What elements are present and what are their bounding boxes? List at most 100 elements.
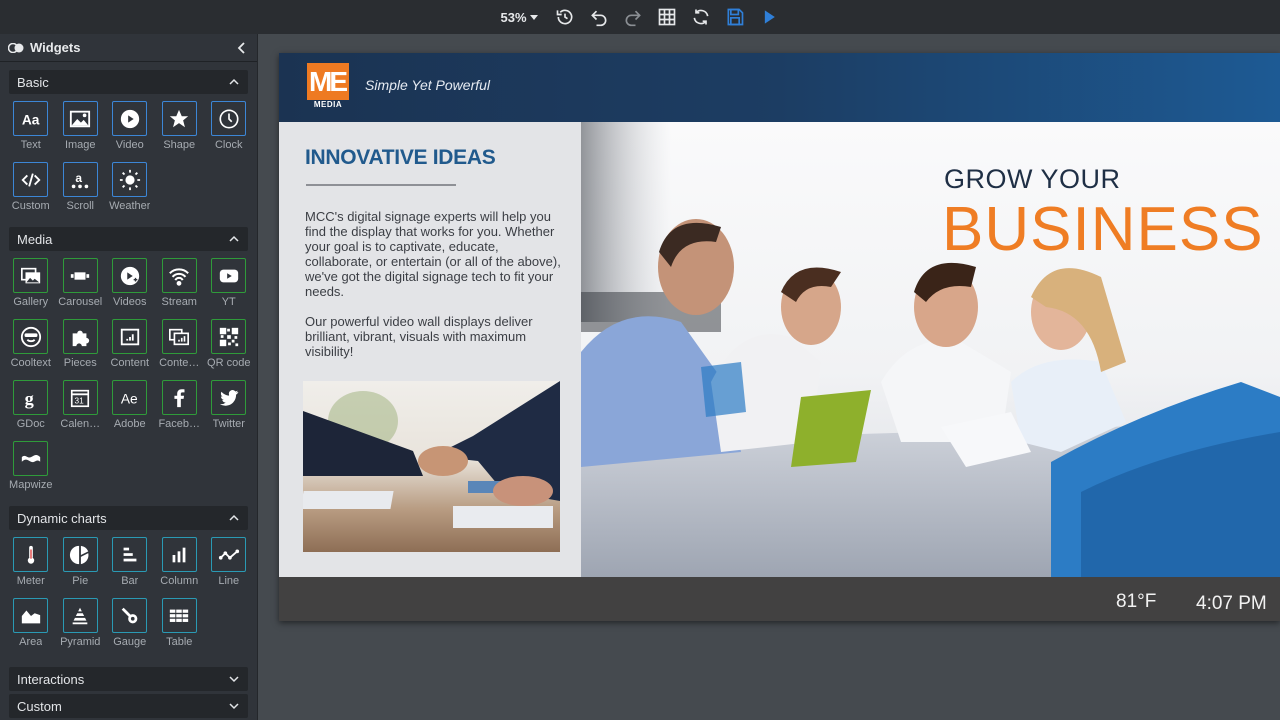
widget-calendar[interactable]: 31 Calen…: [56, 376, 106, 437]
brand-logo[interactable]: ME MEDIA: [307, 63, 349, 111]
widget-label: Area: [19, 636, 43, 648]
widget-mapwize[interactable]: Mapwize: [6, 437, 56, 498]
section-media-header[interactable]: Media: [9, 227, 248, 251]
widget-meter[interactable]: Meter: [6, 533, 56, 594]
widget-label: Content: [110, 357, 150, 369]
clock-icon: [219, 108, 239, 129]
widget-content-multi[interactable]: Conte…: [155, 315, 205, 376]
clock-time[interactable]: 4:07 PM: [1196, 593, 1267, 615]
widget-image[interactable]: Image: [56, 97, 106, 158]
widget-qr-code[interactable]: QR code: [204, 315, 254, 376]
section-heading[interactable]: INNOVATIVE IDEAS: [305, 146, 496, 170]
preview-button[interactable]: [758, 6, 780, 28]
toggle-icon: [8, 42, 24, 53]
body-paragraph: MCC's digital signage experts will help …: [305, 209, 561, 299]
slide-footer-bar: 81°F 4:07 PM: [279, 577, 1280, 621]
widget-clock[interactable]: Clock: [204, 97, 254, 158]
undo-button[interactable]: [588, 6, 610, 28]
zoom-level-value: 53%: [500, 9, 527, 25]
tagline-text[interactable]: Simple Yet Powerful: [365, 77, 490, 93]
map-icon: [21, 454, 40, 462]
widget-facebook[interactable]: Faceb…: [155, 376, 205, 437]
editor-canvas: ME MEDIA Simple Yet Powerful INNOVATIVE …: [259, 34, 1280, 720]
widget-yt[interactable]: YT: [204, 254, 254, 315]
widget-label: Cooltext: [10, 357, 51, 369]
scroll-icon: a: [72, 170, 89, 188]
widget-column[interactable]: Column: [155, 533, 205, 594]
widget-shape[interactable]: Shape: [155, 97, 205, 158]
widget-text[interactable]: Aa Text: [6, 97, 56, 158]
hero-headline-line2[interactable]: BUSINESS: [942, 194, 1264, 265]
widget-pie[interactable]: Pie: [56, 533, 106, 594]
sunglasses-icon: [20, 326, 41, 347]
chevron-up-icon: [229, 235, 239, 242]
widget-table[interactable]: Table: [155, 594, 205, 655]
widget-carousel[interactable]: Carousel: [56, 254, 106, 315]
section-dynamic-charts-header[interactable]: Dynamic charts: [9, 506, 248, 530]
widget-scroll[interactable]: a Scroll: [56, 158, 106, 219]
handshake-image[interactable]: [303, 381, 560, 552]
collapse-sidebar-icon[interactable]: [235, 41, 249, 55]
refresh-button[interactable]: [690, 6, 712, 28]
handshake-illustration: [303, 381, 560, 528]
save-button[interactable]: [724, 6, 746, 28]
widget-content[interactable]: Content: [105, 315, 155, 376]
section-basic-header[interactable]: Basic: [9, 70, 248, 94]
widget-adobe[interactable]: Ae Adobe: [105, 376, 155, 437]
body-text[interactable]: MCC's digital signage experts will help …: [305, 209, 565, 359]
widget-video[interactable]: Video: [105, 97, 155, 158]
widget-weather[interactable]: Weather: [105, 158, 155, 219]
section-label: Interactions: [17, 671, 85, 687]
history-button[interactable]: [554, 6, 576, 28]
widget-label: Faceb…: [158, 418, 201, 430]
wifi-icon: [169, 267, 190, 286]
widget-area[interactable]: Area: [6, 594, 56, 655]
text-icon: Aa: [22, 112, 40, 127]
section-label: Media: [17, 231, 53, 247]
widget-custom[interactable]: Custom: [6, 158, 56, 219]
section-interactions-header[interactable]: Interactions: [9, 667, 248, 691]
content-multi-icon: [169, 328, 190, 345]
hero-headline-line1[interactable]: GROW YOUR: [944, 164, 1121, 195]
widget-label: Clock: [214, 139, 243, 151]
widget-label: Custom: [11, 200, 50, 212]
weather-temperature[interactable]: 81°F: [1116, 591, 1156, 613]
zoom-level-dropdown[interactable]: 53%: [500, 9, 538, 25]
widget-pieces[interactable]: Pieces: [56, 315, 106, 376]
chevron-up-icon: [229, 78, 239, 85]
widget-gauge[interactable]: Gauge: [105, 594, 155, 655]
widget-videos[interactable]: Videos: [105, 254, 155, 315]
widget-gallery[interactable]: Gallery: [6, 254, 56, 315]
widget-twitter[interactable]: Twitter: [204, 376, 254, 437]
widget-cooltext[interactable]: Cooltext: [6, 315, 56, 376]
widget-bar[interactable]: Bar: [105, 533, 155, 594]
redo-button[interactable]: [622, 6, 644, 28]
heading-divider: [306, 184, 456, 186]
widget-label: Shape: [163, 139, 196, 151]
slide-header-banner[interactable]: ME MEDIA Simple Yet Powerful: [279, 53, 1280, 122]
widget-pyramid[interactable]: Pyramid: [56, 594, 106, 655]
svg-text:Aa: Aa: [22, 112, 40, 127]
media-widget-grid: Gallery Carousel Videos Stream YT Coolte…: [0, 251, 257, 498]
twitter-icon: [219, 389, 238, 406]
widget-label: Stream: [161, 296, 197, 308]
hero-image-panel[interactable]: GROW YOUR BUSINESS: [581, 122, 1280, 577]
section-custom-header[interactable]: Custom: [9, 694, 248, 718]
history-icon: [556, 9, 572, 25]
redo-icon: [625, 10, 641, 27]
grid-button[interactable]: [656, 6, 678, 28]
widget-line[interactable]: Line: [204, 533, 254, 594]
save-icon: [727, 8, 743, 26]
widget-gdoc[interactable]: g GDoc: [6, 376, 56, 437]
meeting-photo-illustration: [581, 122, 1280, 577]
code-icon: [21, 172, 41, 187]
gallery-icon: [20, 267, 40, 283]
caret-down-icon: [529, 14, 538, 20]
widget-label: QR code: [207, 357, 251, 369]
widget-stream[interactable]: Stream: [155, 254, 205, 315]
calendar-icon: 31: [71, 389, 90, 407]
content-icon: [120, 328, 139, 345]
logo-mark: ME: [307, 63, 349, 100]
thermometer-icon: [27, 545, 34, 564]
signage-slide[interactable]: ME MEDIA Simple Yet Powerful INNOVATIVE …: [279, 53, 1280, 621]
